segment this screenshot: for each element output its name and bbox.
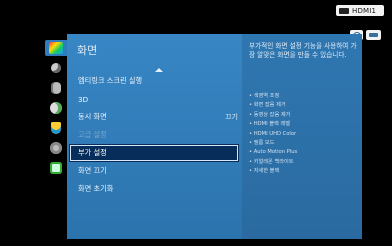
menu-item-picture-options[interactable]: 부가 설정 bbox=[69, 144, 239, 162]
broadcast-icon[interactable] bbox=[47, 80, 65, 96]
menu-item-label: 고급 설정 bbox=[78, 130, 107, 139]
sound-icon[interactable] bbox=[47, 60, 65, 76]
menu-item-label: 동시 화면 bbox=[78, 112, 107, 121]
system-icon[interactable] bbox=[47, 140, 65, 156]
picture-icon[interactable] bbox=[45, 40, 67, 56]
menu-item-value: 끄기 bbox=[225, 113, 238, 121]
support-icon[interactable] bbox=[47, 160, 65, 176]
info-description: 부가적인 화면 설정 기능을 사용하여 가장 알맞은 화면을 만들 수 있습니다… bbox=[249, 42, 357, 59]
menu-pane: 화면 엠티링크 스크린 실행 3D 동시 화면 끄기 고급 설정 부가 설정 화… bbox=[67, 34, 242, 239]
menu-item-label: 부가 설정 bbox=[78, 148, 107, 157]
menu-item-reset-picture[interactable]: 화면 초기화 bbox=[67, 180, 242, 198]
source-indicator: HDMI1 bbox=[336, 5, 384, 16]
feature-item: 색영역 조정 bbox=[249, 92, 361, 101]
feature-item: 키얼레온 백라이트 bbox=[249, 158, 361, 167]
network-icon[interactable] bbox=[47, 100, 65, 116]
menu-item-pip[interactable]: 동시 화면 끄기 bbox=[67, 108, 242, 126]
menu-item-label: 3D bbox=[78, 94, 89, 104]
feature-item: 화면 잡음 제거 bbox=[249, 101, 361, 110]
menu-title: 화면 bbox=[77, 44, 98, 57]
smart-hub-icon[interactable] bbox=[47, 120, 65, 136]
feature-item: 동영상 잡음 제거 bbox=[249, 111, 361, 120]
settings-panel: 화면 엠티링크 스크린 실행 3D 동시 화면 끄기 고급 설정 부가 설정 화… bbox=[67, 34, 362, 239]
source-label: HDMI1 bbox=[352, 6, 377, 15]
remote-icon[interactable] bbox=[366, 30, 381, 40]
feature-list: 색영역 조정 화면 잡음 제거 동영상 잡음 제거 HDMI 블랙 레벨 HDM… bbox=[249, 92, 361, 177]
menu-list: 엠티링크 스크린 실행 3D 동시 화면 끄기 고급 설정 부가 설정 화면 끄… bbox=[67, 72, 242, 198]
menu-item-anynet-screen[interactable]: 엠티링크 스크린 실행 bbox=[67, 72, 242, 90]
menu-item-label: 엠티링크 스크린 실행 bbox=[78, 76, 143, 85]
feature-item: HDMI 블랙 레벨 bbox=[249, 120, 361, 129]
feature-item: 필름 모드 bbox=[249, 139, 361, 148]
menu-item-advanced: 고급 설정 bbox=[67, 126, 242, 144]
feature-item: Auto Motion Plus bbox=[249, 148, 361, 157]
feature-item: HDMI UHD Color bbox=[249, 130, 361, 139]
menu-item-label: 화면 끄기 bbox=[78, 166, 107, 175]
feature-item: 자세한 블랙 bbox=[249, 167, 361, 176]
menu-item-3d[interactable]: 3D bbox=[67, 90, 242, 108]
hdmi-input-icon bbox=[339, 7, 349, 14]
menu-item-picture-off[interactable]: 화면 끄기 bbox=[67, 162, 242, 180]
menu-item-label: 화면 초기화 bbox=[78, 184, 114, 193]
info-pane: 부가적인 화면 설정 기능을 사용하여 가장 알맞은 화면을 만들 수 있습니다… bbox=[242, 34, 362, 239]
